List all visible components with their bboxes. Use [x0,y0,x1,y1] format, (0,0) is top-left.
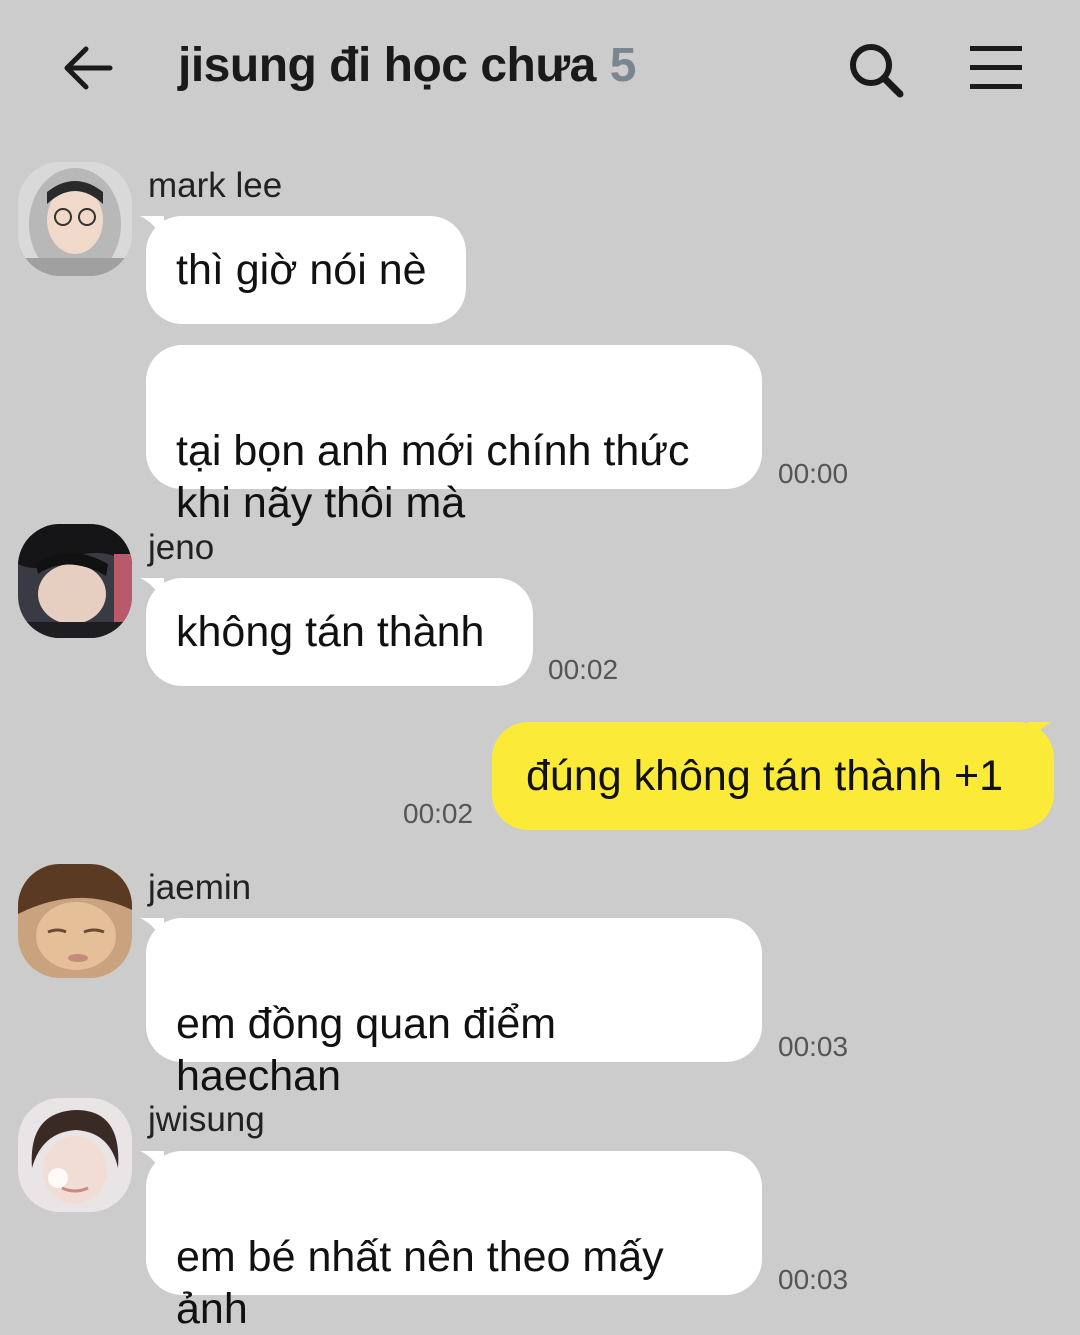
sender-name: mark lee [148,166,283,205]
chat-title-text: jisung đi học chưa [178,39,596,92]
chat-title: jisung đi học chưa 5 [178,38,637,93]
member-count: 5 [609,39,637,92]
avatar[interactable] [18,1098,132,1212]
message-text: đúng không tán thành +1 [526,752,1004,800]
message-bubble[interactable]: tại bọn anh mới chính thức khi nãy thôi … [146,345,762,527]
avatar[interactable] [18,864,132,978]
my-message-bubble[interactable]: đúng không tán thành +1 [492,722,1054,830]
message-time: 00:00 [778,458,849,489]
back-arrow-icon[interactable] [60,40,116,96]
message-time: 00:02 [403,798,474,829]
message-text: em đồng quan điểm haechan [176,1000,557,1100]
message-bubble[interactable]: em bé nhất nên theo mấy ảnh [146,1151,762,1333]
bubble-tail [1028,722,1052,752]
avatar[interactable] [18,524,132,638]
search-icon[interactable] [846,40,906,100]
message-text: thì giờ nói nè [176,246,427,294]
message-bubble[interactable]: thì giờ nói nè [146,216,466,324]
message-text: em bé nhất nên theo mấy ảnh [176,1233,664,1333]
message-text: không tán thành [176,608,485,656]
message-time: 00:02 [548,654,619,685]
chat-header: jisung đi học chưa 5 [0,0,1080,140]
message-bubble[interactable]: em đồng quan điểm haechan [146,918,762,1100]
sender-name: jaemin [148,868,252,907]
message-bubble[interactable]: không tán thành [146,578,533,686]
message-time: 00:03 [778,1264,849,1295]
hamburger-menu-icon[interactable] [966,40,1026,96]
message-text: tại bọn anh mới chính thức khi nãy thôi … [176,427,690,527]
message-time: 00:03 [778,1031,849,1062]
sender-name: jeno [148,528,215,567]
sender-name: jwisung [148,1100,265,1139]
avatar[interactable] [18,162,132,276]
